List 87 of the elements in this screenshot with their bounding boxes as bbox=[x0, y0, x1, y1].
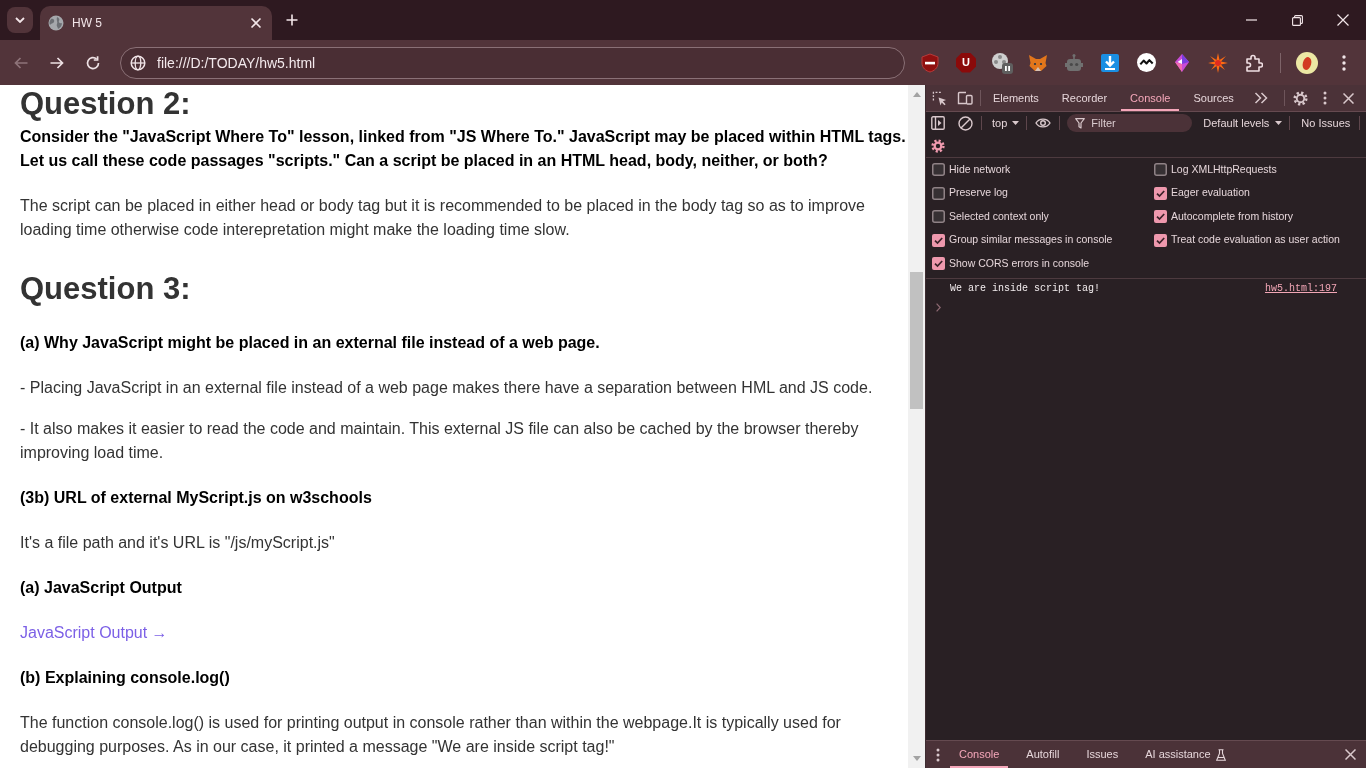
devtools-tab[interactable]: Recorder bbox=[1052, 85, 1117, 111]
caret-icon bbox=[1275, 121, 1283, 125]
setting-label: Eager evaluation bbox=[1171, 185, 1250, 201]
scrollbar-thumb[interactable] bbox=[910, 272, 923, 409]
browser-tab[interactable]: HW 5 bbox=[40, 6, 272, 40]
filter-icon bbox=[1075, 118, 1086, 129]
drawer-tab[interactable]: AI assistance bbox=[1136, 741, 1235, 768]
question-text: (a) JavaScript Output bbox=[20, 578, 183, 598]
question-text: Consider the "JavaScript Where To" lesson, linked from "JS Where To." JavaScript may be placed within HTML tags. Let us call these code passages "scripts." Can a script be placed in an HTML head, body, neither, or both? bbox=[20, 127, 906, 171]
checkbox[interactable] bbox=[932, 186, 945, 200]
setting-label: Log XMLHttpRequests bbox=[1171, 161, 1277, 177]
devtools-tab[interactable]: Sources bbox=[1184, 85, 1243, 111]
settings-icon[interactable] bbox=[931, 138, 945, 153]
link[interactable]: JavaScript Output → bbox=[20, 621, 168, 645]
checkbox[interactable] bbox=[932, 163, 945, 177]
console-message: We are inside script tag! bbox=[950, 281, 1101, 296]
question-text: (a) Why JavaScript might be placed in an external file instead of a web page. bbox=[20, 333, 601, 353]
reel-pause-icon[interactable] bbox=[991, 51, 1013, 74]
checkbox[interactable] bbox=[1154, 233, 1167, 247]
reload-icon[interactable] bbox=[85, 54, 101, 71]
setting-label: Preserve log bbox=[949, 185, 1008, 201]
devtools-tab[interactable]: Console bbox=[1121, 85, 1180, 111]
answer-text: - Placing JavaScript in an external file instead of a web page makes there have a separation between HML and JS code. bbox=[20, 378, 874, 398]
minimize-icon[interactable] bbox=[1245, 19, 1257, 21]
chevron-down-icon bbox=[15, 17, 25, 23]
address-field[interactable]: file:///D:/TODAY/hw5.html bbox=[120, 46, 905, 79]
question-text: (b) Explaining console.log() bbox=[20, 668, 231, 688]
heading: Question 2: bbox=[20, 85, 192, 123]
restore-icon[interactable] bbox=[1291, 14, 1303, 26]
flask-icon bbox=[1215, 748, 1226, 761]
more-icon[interactable] bbox=[1323, 91, 1327, 105]
close-icon[interactable] bbox=[250, 17, 262, 29]
setting-label: Show CORS errors in console bbox=[949, 255, 1090, 271]
inspect-icon[interactable] bbox=[931, 90, 947, 106]
heading: Question 3: bbox=[20, 270, 192, 308]
close-icon[interactable] bbox=[1337, 14, 1349, 26]
caret-icon bbox=[1012, 121, 1020, 125]
puzzle-icon[interactable] bbox=[1245, 53, 1263, 72]
setting-label: Group similar messages in console bbox=[949, 232, 1113, 248]
clear-icon[interactable] bbox=[957, 115, 973, 131]
eye-icon[interactable] bbox=[1035, 117, 1052, 129]
more-icon[interactable] bbox=[1342, 54, 1346, 71]
globe-icon bbox=[48, 15, 64, 31]
more-icon[interactable] bbox=[936, 747, 940, 762]
checkbox[interactable] bbox=[932, 210, 945, 224]
answer-text: - It also makes it easier to read the code and maintain. This external JS file can also be cached by the browser thereby improving load time. bbox=[20, 419, 860, 463]
filter-field[interactable]: Filter bbox=[1067, 114, 1193, 132]
scrollbar[interactable] bbox=[908, 85, 925, 768]
checkbox[interactable] bbox=[932, 257, 945, 271]
setting-label: Hide network bbox=[949, 161, 1011, 177]
extension-button[interactable]: U bbox=[956, 52, 976, 73]
context-dropdown[interactable]: top bbox=[987, 112, 1025, 134]
source-link[interactable]: hw5.html:197 bbox=[1265, 280, 1337, 296]
devtools-tab[interactable]: Elements bbox=[984, 85, 1048, 111]
drawer-tab[interactable]: Issues bbox=[1077, 741, 1128, 768]
shield-icon[interactable] bbox=[921, 52, 939, 73]
device-icon[interactable] bbox=[957, 91, 973, 105]
checkbox[interactable] bbox=[1154, 163, 1167, 177]
sidebar-icon[interactable] bbox=[931, 116, 945, 130]
close-icon[interactable] bbox=[1344, 749, 1356, 760]
issues-button[interactable]: No Issues bbox=[1296, 112, 1356, 134]
answer-text: It's a file path and it's URL is "/js/myScript.js" bbox=[20, 533, 336, 553]
answer-text: The script can be placed in either head or body tag but it is recommended to be placed in the body tag so as to improve loading time otherwise code interepretation might make the loading time slow. bbox=[20, 196, 866, 240]
setting-label: Autocomplete from history bbox=[1171, 208, 1293, 224]
sparkle-icon[interactable] bbox=[1208, 52, 1228, 73]
avatar-icon[interactable] bbox=[1296, 51, 1318, 74]
close-icon[interactable] bbox=[1342, 92, 1354, 104]
plus-icon[interactable] bbox=[286, 14, 298, 26]
download-icon[interactable] bbox=[1101, 53, 1119, 72]
question-text: (3b) URL of external MyScript.js on w3schools bbox=[20, 488, 373, 508]
fox-icon[interactable] bbox=[1028, 52, 1048, 73]
diamond-icon[interactable] bbox=[1174, 53, 1190, 72]
levels-dropdown[interactable]: Default levels bbox=[1198, 112, 1288, 134]
answer-text: The function console.log() is used for printing output in console rather than within the webpage.It is typically used for debugging purposes. As in our case, it printed a message "We are inside script tag!" bbox=[20, 713, 842, 757]
globe-icon bbox=[130, 54, 146, 71]
settings-icon[interactable] bbox=[1292, 90, 1308, 106]
checkbox[interactable] bbox=[1154, 210, 1167, 224]
prompt-chevron-icon bbox=[936, 303, 941, 312]
drawer-tab[interactable]: Autofill bbox=[1017, 741, 1069, 768]
tab-search-button[interactable] bbox=[7, 7, 33, 33]
checkbox[interactable] bbox=[1154, 186, 1167, 200]
setting-label: Treat code evaluation as user action bbox=[1171, 232, 1340, 248]
setting-label: Selected context only bbox=[949, 208, 1049, 224]
wave-icon[interactable] bbox=[1136, 53, 1156, 72]
checkbox[interactable] bbox=[932, 233, 945, 247]
double-chevron-icon[interactable] bbox=[1253, 92, 1268, 104]
drawer-tab[interactable]: Console bbox=[950, 741, 1009, 768]
